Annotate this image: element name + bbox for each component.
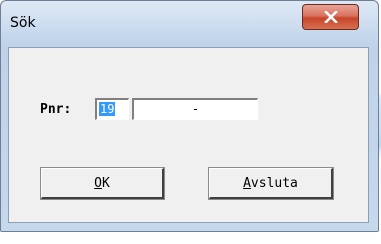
- exit-label-rest: vsluta: [250, 175, 298, 191]
- dialog-content: Pnr: 19 - OK Avsluta: [8, 47, 369, 223]
- pnr-number-field[interactable]: -: [132, 98, 258, 120]
- close-x-icon: [323, 11, 338, 23]
- window-title: Sök: [10, 15, 36, 31]
- close-button[interactable]: [302, 4, 359, 30]
- ok-label-rest: K: [102, 175, 110, 191]
- pnr-prefix-field[interactable]: 19: [95, 98, 129, 120]
- ok-mnemonic: O: [94, 175, 102, 191]
- exit-button[interactable]: Avsluta: [208, 167, 334, 200]
- pnr-prefix-text: 19: [99, 102, 116, 116]
- pnr-label: Pnr:: [40, 102, 72, 117]
- exit-mnemonic: A: [243, 175, 251, 191]
- ok-button[interactable]: OK: [40, 167, 165, 200]
